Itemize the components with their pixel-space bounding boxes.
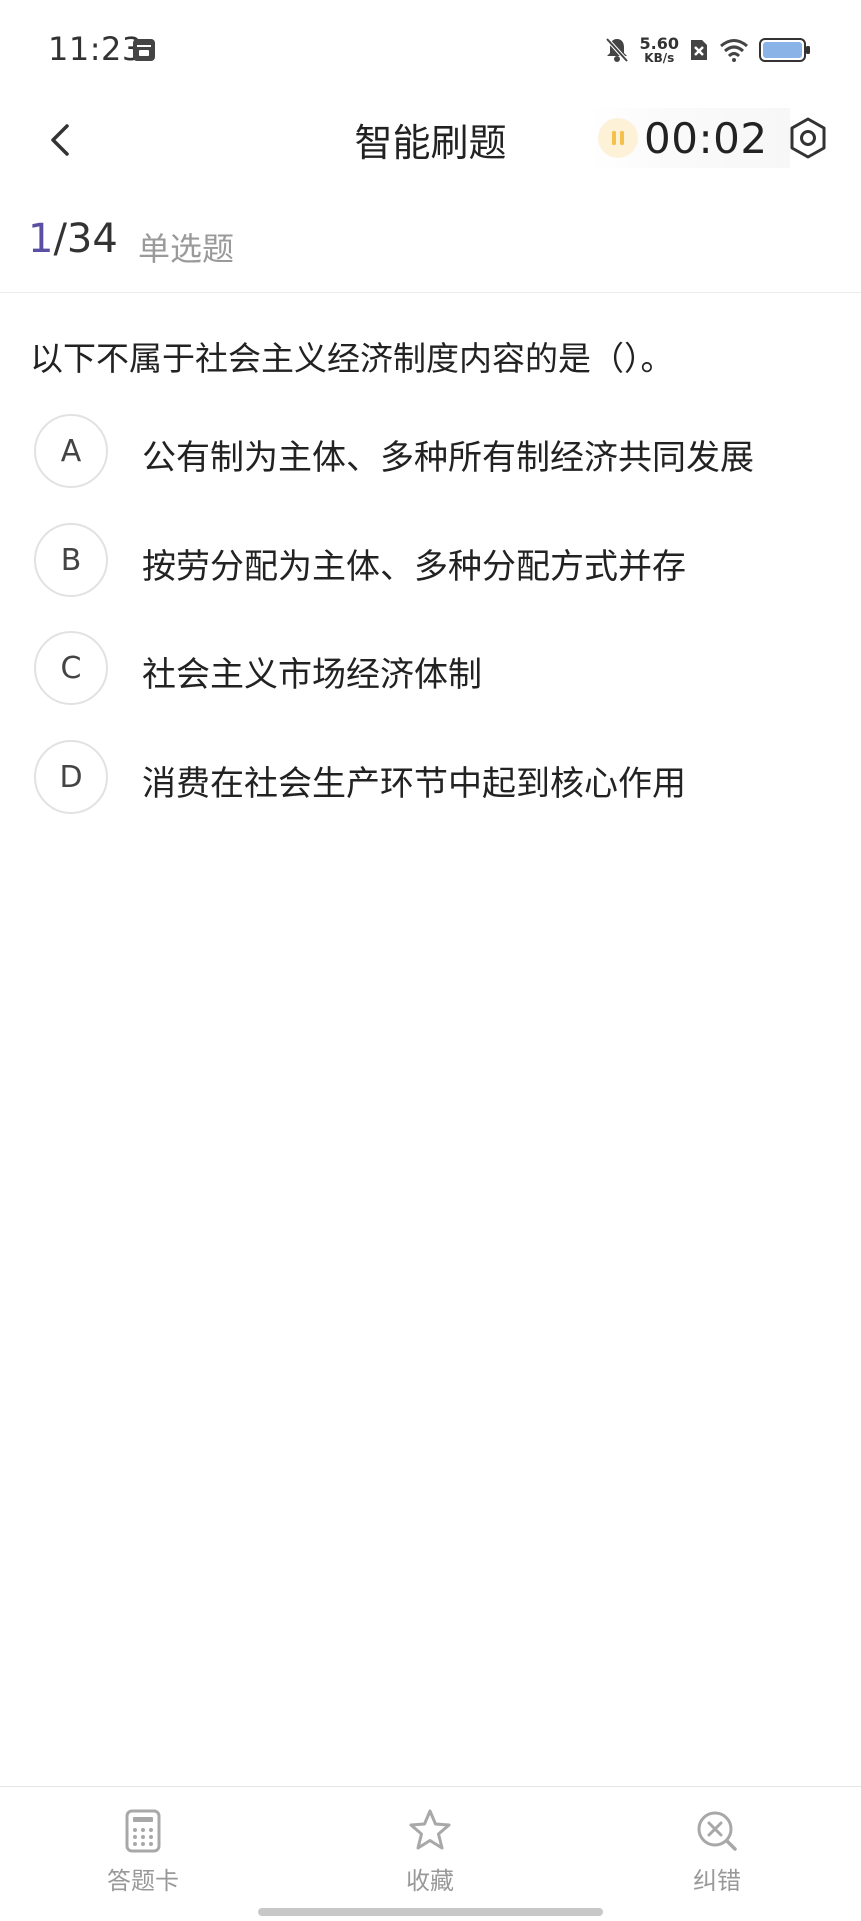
timer-text: 00:02 — [644, 113, 768, 163]
option-c[interactable]: C 社会主义市场经济体制 — [34, 631, 834, 709]
bottom-toolbar: 答题卡 收藏 纠错 — [0, 1786, 861, 1921]
question-text: 以下不属于社会主义经济制度内容的是（）。 — [30, 339, 674, 378]
option-text: 消费在社会生产环节中起到核心作用 — [142, 764, 686, 804]
timer: 00:02 — [590, 108, 790, 168]
tab-answer-card[interactable]: 答题卡 — [63, 1807, 223, 1896]
current-question-number: 1 — [28, 216, 54, 262]
option-text: 社会主义市场经济体制 — [142, 655, 482, 695]
mute-bell-icon — [605, 37, 628, 63]
tab-label: 纠错 — [693, 1867, 741, 1895]
net-speed: 5.60 KB/s — [639, 34, 679, 65]
pause-icon — [612, 131, 624, 145]
question-progress: 1/34 — [28, 216, 118, 262]
option-letter: B — [34, 523, 108, 597]
option-letter: C — [34, 631, 108, 705]
home-indicator[interactable] — [258, 1908, 603, 1916]
tab-favorite[interactable]: 收藏 — [350, 1807, 510, 1896]
option-a[interactable]: A 公有制为主体、多种所有制经济共同发展 — [34, 414, 834, 492]
pause-button[interactable] — [598, 118, 638, 158]
wifi-icon — [720, 39, 748, 62]
question-type: 单选题 — [138, 230, 235, 268]
tab-label: 收藏 — [406, 1867, 454, 1895]
status-bar: 11:23 5.60 KB/s — [0, 0, 861, 100]
calendar-icon — [133, 39, 155, 61]
status-indicators: 5.60 KB/s — [604, 32, 811, 68]
total-questions: /34 — [53, 216, 118, 262]
option-b[interactable]: B 按劳分配为主体、多种分配方式并存 — [34, 523, 834, 601]
battery-icon — [759, 38, 810, 62]
answer-card-icon — [125, 1809, 161, 1853]
option-letter: D — [34, 740, 108, 814]
net-speed-value: 5.60 — [639, 34, 679, 53]
tab-label: 答题卡 — [107, 1867, 179, 1895]
question-progress-row: 1/34 单选题 — [0, 210, 861, 293]
option-d[interactable]: D 消费在社会生产环节中起到核心作用 — [34, 740, 834, 818]
tab-report-error[interactable]: 纠错 — [637, 1807, 797, 1896]
option-text: 公有制为主体、多种所有制经济共同发展 — [142, 438, 754, 478]
net-speed-unit: KB/s — [644, 51, 675, 65]
sim-blocked-icon — [691, 40, 707, 60]
settings-hexagon-icon — [790, 117, 826, 159]
status-time: 11:23 — [48, 30, 143, 68]
option-letter: A — [34, 414, 108, 488]
settings-button[interactable] — [782, 112, 834, 164]
star-icon — [409, 1809, 451, 1850]
option-text: 按劳分配为主体、多种分配方式并存 — [142, 547, 686, 587]
correct-error-icon — [697, 1811, 737, 1851]
